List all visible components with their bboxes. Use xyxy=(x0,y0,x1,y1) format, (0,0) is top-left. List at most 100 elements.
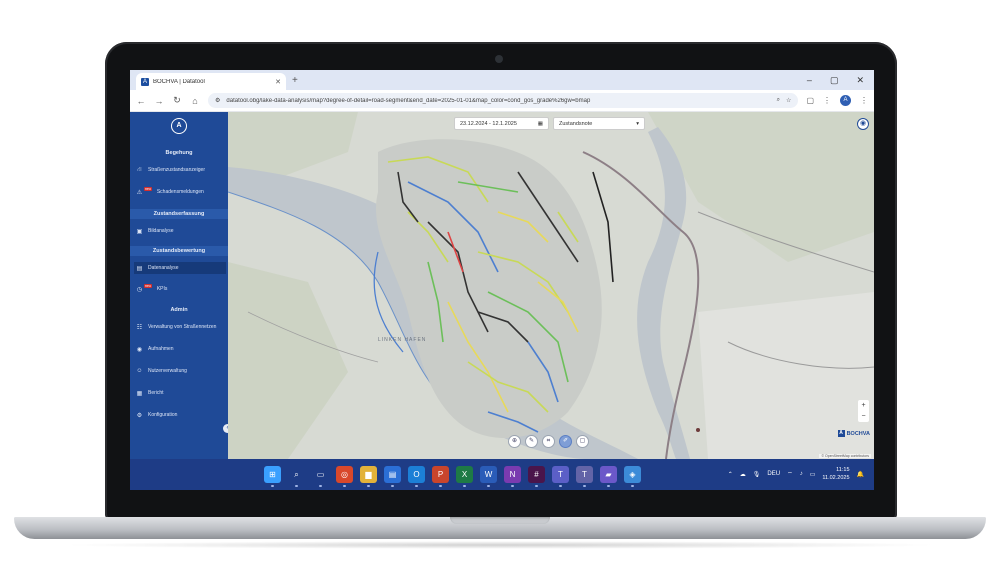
target-tool-icon[interactable]: ⊕ xyxy=(508,435,521,448)
wifi-icon[interactable]: ⌔ xyxy=(787,470,793,478)
store-icon[interactable]: ▤ xyxy=(384,466,401,487)
map-canvas xyxy=(228,112,874,459)
report-icon: ▦ xyxy=(136,390,143,397)
browser-tab[interactable]: A BOCHVA | Datatool ✕ xyxy=(136,73,286,90)
battery-icon[interactable]: ▭ xyxy=(810,471,816,478)
sidebar-item-bildanalyse[interactable]: ▣ Bildanalyse xyxy=(134,225,226,237)
sidebar-item-konfiguration[interactable]: ⚙ Konfiguration xyxy=(134,409,226,421)
word-icon[interactable]: W xyxy=(480,466,497,487)
new-badge: neu xyxy=(144,187,152,191)
teams-chat-icon[interactable]: T xyxy=(576,466,593,487)
sidebar: A Begehung ⛙ Straßenzustandsanzeiger ⚠ n… xyxy=(130,112,232,459)
profile-avatar[interactable]: A xyxy=(840,95,851,106)
laptop-shadow xyxy=(60,541,940,549)
teams-icon[interactable]: T xyxy=(552,466,569,487)
excel-icon[interactable]: X xyxy=(456,466,473,487)
close-window-button[interactable]: ✕ xyxy=(856,75,864,86)
base-notch xyxy=(450,517,550,524)
app-logo[interactable]: A xyxy=(171,118,187,134)
url-text: datatool.obg/lake-data-analysis/map?degr… xyxy=(226,97,591,104)
webcam xyxy=(495,55,503,63)
reload-icon[interactable]: ↻ xyxy=(172,95,182,106)
section-zustandsbewertung: Zustandsbewertung xyxy=(130,246,228,256)
windows-taskbar: ⊞ ⌕ ▭ ◎ ▆ ▤ O P X W N # T T ▰ ◈ ⌃ ☁ 🎙 DEU ⌔ ♪ ▭ 11:15 1… xyxy=(130,459,874,490)
bookmark-star-icon[interactable]: ☆ xyxy=(786,97,791,104)
map-view[interactable]: 23.12.2024 - 12.1.2025 ▦ Zustandsnote ▾ … xyxy=(228,112,874,459)
user-account-icon[interactable]: ◉ xyxy=(857,118,869,130)
chart-icon: ▤ xyxy=(136,265,143,272)
zoom-icon[interactable]: ⌕ xyxy=(777,97,780,104)
home-icon[interactable]: ⌂ xyxy=(190,96,200,106)
chevron-up-icon[interactable]: ⌃ xyxy=(728,471,733,478)
outlook-icon[interactable]: O xyxy=(408,466,425,487)
image-icon: ▣ xyxy=(136,228,143,235)
photos-icon[interactable]: ◈ xyxy=(624,466,641,487)
onenote-icon[interactable]: N xyxy=(504,466,521,487)
notification-bell-icon[interactable]: 🔔 xyxy=(857,471,864,478)
browser-tabstrip: A BOCHVA | Datatool ✕ + – ▢ ✕ xyxy=(130,70,874,90)
network-icon: ☷ xyxy=(136,324,143,331)
slack-icon[interactable]: # xyxy=(528,466,545,487)
clock[interactable]: 11:15 11.02.2025 xyxy=(822,466,849,482)
address-bar[interactable]: ⚙ datatool.obg/lake-data-analysis/map?de… xyxy=(208,93,799,108)
powerpoint-icon[interactable]: P xyxy=(432,466,449,487)
sidebar-item-datenanalyse[interactable]: ▤ Datenanalyse xyxy=(134,262,226,274)
alert-icon: ⚠ xyxy=(136,189,143,196)
camera-icon: ◉ xyxy=(136,346,143,353)
new-badge: neu xyxy=(144,284,152,288)
zoom-in-button[interactable]: + xyxy=(858,400,869,411)
grid-tool-icon[interactable]: ⌗ xyxy=(542,435,555,448)
favicon-icon: A xyxy=(141,77,149,86)
site-info-icon[interactable]: ⚙ xyxy=(215,97,220,104)
system-tray: ⌃ ☁ 🎙 DEU ⌔ ♪ ▭ 11:15 11.02.2025 🔔 xyxy=(728,466,864,482)
sidebar-item-kpis[interactable]: ◷ neu KPIs xyxy=(134,283,226,295)
layer-select[interactable]: Zustandsnote ▾ xyxy=(553,117,645,130)
settings-icon: ⚙ xyxy=(136,412,143,419)
laptop-base xyxy=(14,517,986,539)
new-tab-button[interactable]: + xyxy=(292,75,298,86)
chevron-down-icon: ▾ xyxy=(636,120,639,127)
zoom-out-button[interactable]: − xyxy=(858,411,869,422)
chrome-icon[interactable]: ◎ xyxy=(336,466,353,487)
tab-title: BOCHVA | Datatool xyxy=(153,78,205,85)
mic-icon[interactable]: 🎙 xyxy=(753,471,761,478)
calendar-icon[interactable]: ▦ xyxy=(538,121,543,127)
extensions-icon[interactable]: ▢ xyxy=(806,96,814,105)
sidebar-item-bericht[interactable]: ▦ Bericht xyxy=(134,387,226,399)
search-icon[interactable]: ⌕ xyxy=(288,466,305,487)
zoom-controls: + − xyxy=(858,400,869,422)
select-tool-icon[interactable]: ▢ xyxy=(576,435,589,448)
draw-tool-icon[interactable]: ✐ xyxy=(559,435,572,448)
road-icon: ⛙ xyxy=(137,167,142,173)
clock-time: 11:15 xyxy=(836,467,850,473)
section-begehung: Begehung xyxy=(165,150,193,156)
file-explorer-icon[interactable]: ▆ xyxy=(360,466,377,487)
map-attribution[interactable]: © OpenStreetMap contributors xyxy=(819,454,871,458)
sidebar-item-nutzerverwaltung[interactable]: ☺ Nutzerverwaltung xyxy=(134,365,226,377)
volume-icon[interactable]: ♪ xyxy=(800,471,803,477)
edit-tool-icon[interactable]: ✎ xyxy=(525,435,538,448)
map-toolbar: ⊕ ✎ ⌗ ✐ ▢ xyxy=(508,435,589,448)
language-indicator[interactable]: DEU xyxy=(767,471,780,477)
section-admin: Admin xyxy=(170,307,188,313)
sidebar-item-aufnahmen[interactable]: ◉ Aufnahmen xyxy=(134,343,226,355)
sidebar-item-strassennetze[interactable]: ☷ Verwaltung von Straßennetzen xyxy=(134,321,226,333)
back-icon[interactable]: ← xyxy=(136,96,146,106)
taskbar-apps: ⊞ ⌕ ▭ ◎ ▆ ▤ O P X W N # T T ▰ ◈ xyxy=(264,466,641,487)
app-root: A Begehung ⛙ Straßenzustandsanzeiger ⚠ n… xyxy=(130,112,874,459)
maximize-button[interactable]: ▢ xyxy=(830,75,839,86)
date-range-field[interactable]: 23.12.2024 - 12.1.2025 ▦ xyxy=(454,117,549,130)
users-icon: ☺ xyxy=(136,368,143,374)
sidebar-item-schadensmeldungen[interactable]: ⚠ neu Schadensmeldungen xyxy=(134,186,226,198)
screen: A BOCHVA | Datatool ✕ + – ▢ ✕ ← → ↻ ⌂ ⚙ … xyxy=(130,70,874,490)
menu-icon[interactable]: ⋮ xyxy=(860,96,868,105)
cloud-icon[interactable]: ☁ xyxy=(740,471,746,478)
task-view-icon[interactable]: ▭ xyxy=(312,466,329,487)
tab-close-icon[interactable]: ✕ xyxy=(275,78,281,86)
tab-search-icon[interactable]: ⋮ xyxy=(823,96,831,105)
notes-icon[interactable]: ▰ xyxy=(600,466,617,487)
sidebar-item-strassenzustand[interactable]: ⛙ Straßenzustandsanzeiger xyxy=(134,164,226,176)
windows-start-icon[interactable]: ⊞ xyxy=(264,466,281,487)
minimize-button[interactable]: – xyxy=(807,75,812,86)
forward-icon[interactable]: → xyxy=(154,96,164,106)
